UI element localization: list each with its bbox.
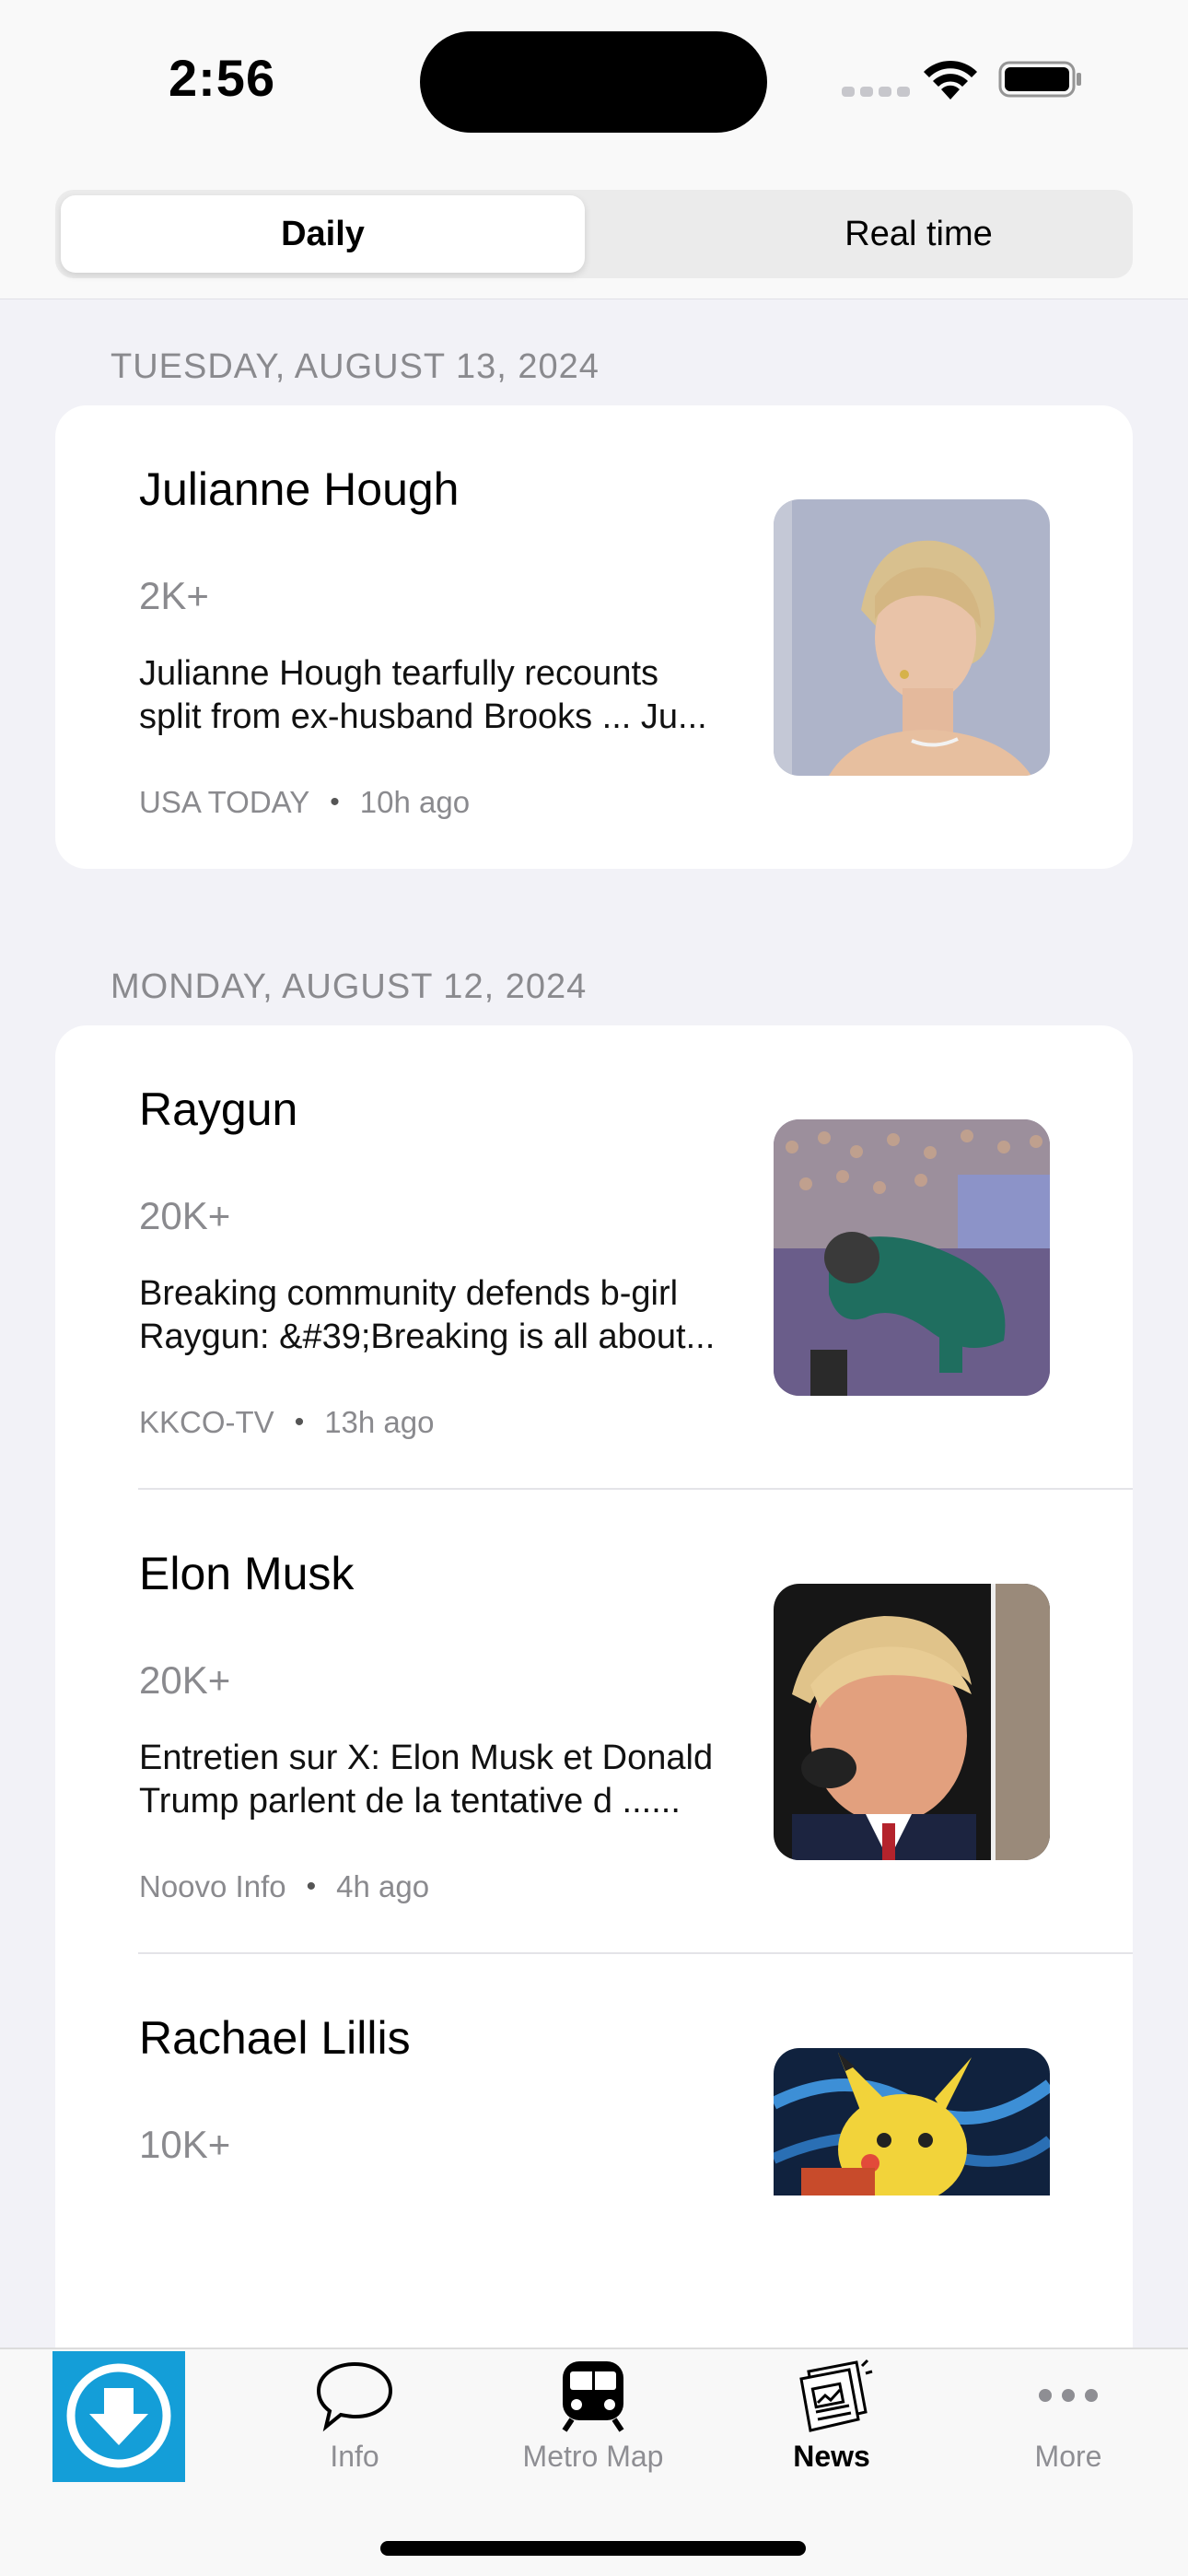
news-time: 13h ago — [324, 1405, 435, 1439]
newspaper-icon — [799, 2359, 873, 2432]
tab-label: Metro Map — [522, 2440, 664, 2473]
news-source: Noovo Info — [139, 1869, 286, 1903]
trend-thumbnail — [774, 499, 1050, 776]
home-indicator — [380, 2541, 806, 2556]
section-date-header: MONDAY, AUGUST 12, 2024 — [111, 967, 588, 1006]
stm-logo-icon[interactable] — [52, 2351, 185, 2482]
trend-meta: KKCO-TV • 13h ago — [139, 1405, 435, 1439]
trend-item-rachael-lillis[interactable]: Rachael Lillis 10K+ — [55, 1954, 1133, 2389]
status-bar: 2:56 — [0, 0, 1188, 166]
news-source: USA TODAY — [139, 785, 310, 819]
trend-search-count: 20K+ — [139, 1194, 231, 1237]
trend-thumbnail — [774, 2048, 1050, 2195]
ellipsis-icon — [1039, 2389, 1098, 2402]
trend-item-elon-musk[interactable]: Elon Musk 20K+ Entretien sur X: Elon Mus… — [55, 1490, 1133, 1954]
daily-realtime-segmented-control: Daily Real time — [55, 190, 1133, 278]
speech-bubble-icon — [316, 2361, 393, 2432]
trend-meta: Noovo Info • 4h ago — [139, 1869, 430, 1903]
battery-icon — [998, 61, 1081, 98]
cellular-signal-icon — [842, 87, 910, 97]
trend-card: Julianne Hough 2K+ Julianne Hough tearfu… — [55, 405, 1133, 869]
news-time: 4h ago — [336, 1869, 430, 1903]
dynamic-island — [420, 31, 767, 133]
trend-search-count: 20K+ — [139, 1658, 231, 1702]
tab-label: More — [1034, 2440, 1102, 2473]
tab-label: News — [793, 2440, 870, 2473]
segment-daily[interactable]: Daily — [61, 195, 585, 273]
news-time: 10h ago — [359, 785, 471, 819]
trend-headline: Julianne Hough tearfully recounts split … — [139, 654, 707, 736]
section-date-header: TUESDAY, AUGUST 13, 2024 — [111, 347, 600, 386]
trend-headline: Entretien sur X: Elon Musk et Donald Tru… — [139, 1739, 714, 1821]
tab-info[interactable]: Info — [253, 2359, 456, 2474]
trend-title: Rachael Lillis — [139, 2012, 411, 2064]
trend-title: Raygun — [139, 1083, 298, 1135]
wifi-icon — [924, 60, 977, 100]
trend-title: Elon Musk — [139, 1548, 355, 1599]
tab-metro-map[interactable]: Metro Map — [492, 2359, 694, 2474]
status-time: 2:56 — [169, 49, 276, 107]
trend-search-count: 10K+ — [139, 2123, 231, 2166]
tab-news[interactable]: News — [730, 2359, 933, 2474]
trend-item-julianne-hough[interactable]: Julianne Hough 2K+ Julianne Hough tearfu… — [55, 405, 1133, 869]
trend-title: Julianne Hough — [139, 463, 460, 515]
trend-item-raygun[interactable]: Raygun 20K+ Breaking community defends b… — [55, 1025, 1133, 1490]
trend-headline: Breaking community defends b-girl Raygun… — [139, 1274, 716, 1356]
trend-search-count: 2K+ — [139, 574, 209, 617]
trend-meta: USA TODAY • 10h ago — [139, 785, 471, 819]
trend-thumbnail — [774, 1584, 1050, 1860]
segment-bar: Daily Real time — [0, 166, 1188, 299]
news-source: KKCO-TV — [139, 1405, 274, 1439]
tab-label: Info — [330, 2440, 379, 2473]
tab-more[interactable]: More — [967, 2359, 1170, 2474]
segment-real-time[interactable]: Real time — [645, 195, 1188, 273]
metro-train-icon — [562, 2361, 624, 2432]
trend-thumbnail — [774, 1119, 1050, 1396]
trend-card: Raygun 20K+ Breaking community defends b… — [55, 1025, 1133, 2389]
